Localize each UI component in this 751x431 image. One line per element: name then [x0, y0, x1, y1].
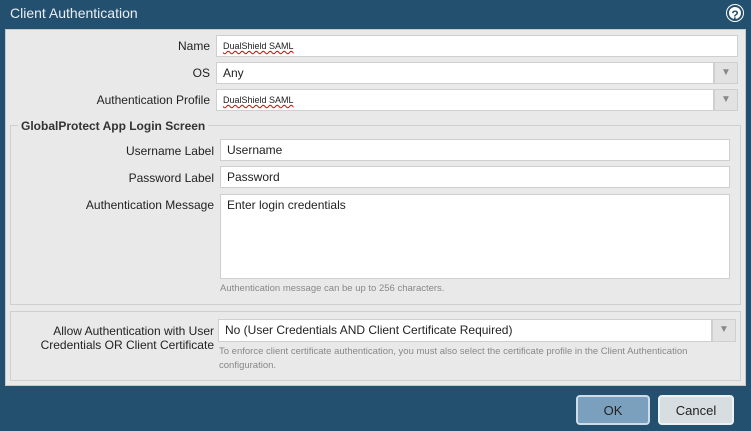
username-label: Username Label [125, 144, 214, 158]
name-value: DualShield SAML [223, 41, 294, 51]
password-input[interactable]: Password [220, 166, 730, 188]
help-icon[interactable]: ? [727, 5, 743, 22]
password-label: Password Label [128, 171, 214, 185]
auth-profile-label: Authentication Profile [96, 93, 210, 107]
cancel-button[interactable]: Cancel [658, 395, 734, 425]
auth-profile-value: DualShield SAML [223, 95, 294, 105]
chevron-down-icon[interactable]: ▼ [712, 319, 736, 342]
dialog-body: Name DualShield SAML OS Any ▼ Authentica… [5, 29, 746, 386]
allow-auth-label: Allow Authentication with User Credentia… [6, 324, 214, 352]
username-input[interactable]: Username [220, 139, 730, 161]
dialog-title: Client Authentication [10, 5, 138, 21]
allow-auth-select[interactable]: No (User Credentials AND Client Certific… [218, 319, 712, 342]
allow-auth-label-line1: Allow Authentication with User [53, 324, 214, 338]
name-label: Name [177, 39, 210, 53]
allow-auth-label-line2: Credentials OR Client Certificate [40, 338, 214, 352]
auth-profile-select[interactable]: DualShield SAML [216, 89, 714, 111]
ok-button[interactable]: OK [576, 395, 650, 425]
auth-message-textarea[interactable]: Enter login credentials [220, 194, 730, 279]
os-select[interactable]: Any [216, 62, 714, 84]
os-label: OS [192, 66, 210, 80]
login-screen-title: GlobalProtect App Login Screen [18, 119, 209, 133]
allow-auth-hint: To enforce client certificate authentica… [219, 346, 688, 371]
dialog-titlebar: Client Authentication ? [0, 0, 751, 28]
auth-message-hint: Authentication message can be up to 256 … [220, 283, 445, 294]
auth-message-label: Authentication Message [85, 198, 214, 212]
chevron-down-icon[interactable]: ▼ [714, 89, 738, 111]
chevron-down-icon[interactable]: ▼ [714, 62, 738, 84]
name-input[interactable]: DualShield SAML [216, 35, 738, 57]
